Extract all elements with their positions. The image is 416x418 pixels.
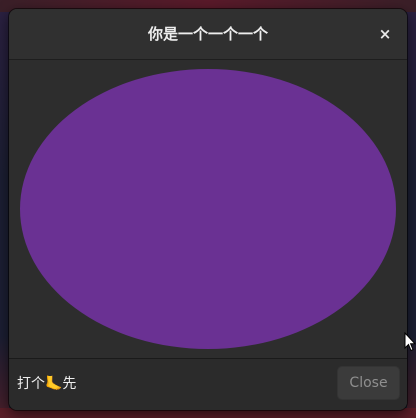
footer-message: 打个🦶先	[17, 376, 77, 392]
purple-ellipse	[20, 69, 396, 349]
desktop-background-left	[0, 12, 9, 418]
desktop-background-right	[407, 12, 416, 418]
close-button[interactable]: Close	[337, 366, 400, 400]
dialog-window: 你是一个一个一个 × 打个🦶先 Close	[9, 9, 407, 410]
dialog-content	[9, 60, 407, 358]
ellipse-canvas	[20, 69, 396, 349]
close-icon[interactable]: ×	[375, 24, 395, 44]
dialog-title: 你是一个一个一个	[147, 25, 268, 43]
dialog-header: 你是一个一个一个 ×	[9, 9, 407, 60]
dialog-footer: 打个🦶先 Close	[9, 358, 407, 410]
mouse-pointer-icon	[404, 332, 416, 352]
